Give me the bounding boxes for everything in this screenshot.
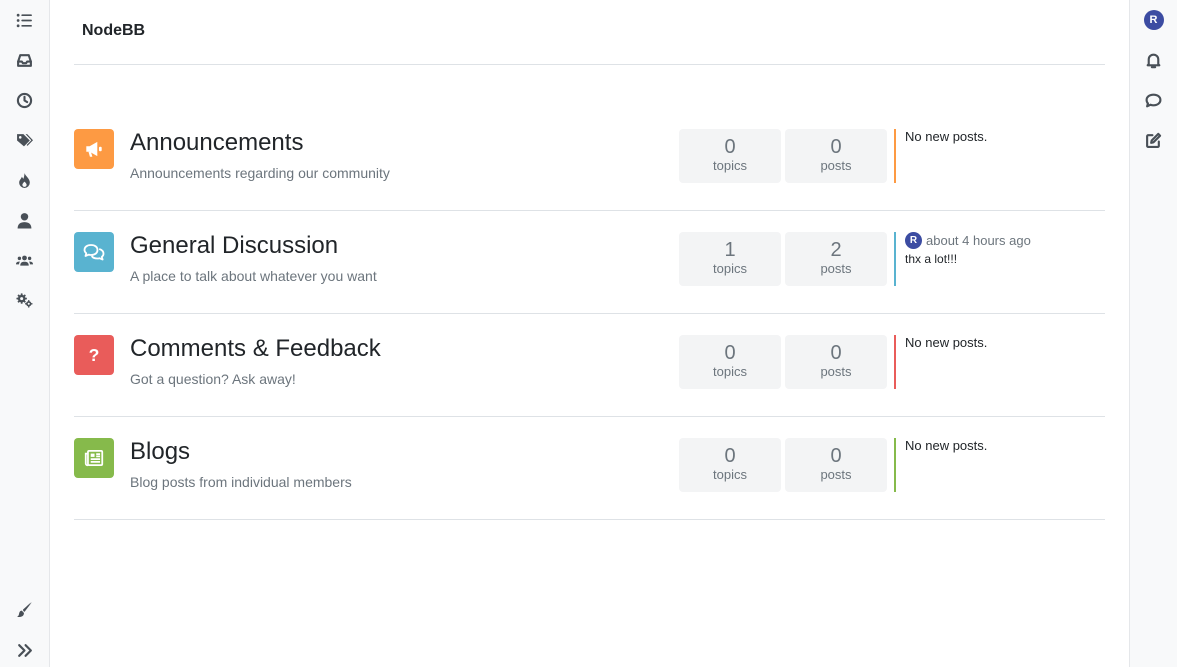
nav-tags[interactable] bbox=[11, 126, 39, 154]
category-teaser: No new posts. bbox=[894, 129, 1094, 183]
category-title[interactable]: Announcements bbox=[130, 129, 303, 157]
teaser-meta: R about 4 hours ago bbox=[905, 232, 1094, 249]
posts-count: 2 posts bbox=[785, 232, 887, 286]
brush-icon bbox=[17, 601, 32, 617]
nav-unread[interactable] bbox=[11, 46, 39, 74]
posts-count-value: 0 bbox=[830, 445, 842, 467]
brand-title[interactable]: NodeBB bbox=[82, 22, 145, 40]
category-icon[interactable] bbox=[74, 232, 114, 272]
category-item: Announcements Announcements regarding ou… bbox=[74, 108, 1105, 211]
posts-count-value: 0 bbox=[830, 136, 842, 158]
category-title[interactable]: General Discussion bbox=[130, 232, 338, 260]
nav-recent[interactable] bbox=[11, 86, 39, 114]
category-description: Blog posts from individual members bbox=[130, 474, 352, 490]
chevrons-right-icon bbox=[18, 643, 32, 657]
category-icon[interactable]: ? bbox=[74, 335, 114, 375]
chat-icon bbox=[1145, 93, 1162, 107]
topics-count: 0 topics bbox=[679, 438, 781, 492]
clock-icon bbox=[16, 92, 33, 108]
category-description: A place to talk about whatever you want bbox=[130, 268, 377, 284]
category-item: Blogs Blog posts from individual members… bbox=[74, 417, 1105, 520]
users-icon bbox=[16, 255, 33, 266]
nav-groups[interactable] bbox=[11, 246, 39, 274]
nav-users[interactable] bbox=[11, 206, 39, 234]
topics-count-label: topics bbox=[713, 467, 747, 482]
category-description: Announcements regarding our community bbox=[130, 165, 390, 181]
topics-count-label: topics bbox=[713, 261, 747, 276]
topics-count: 0 topics bbox=[679, 129, 781, 183]
fire-icon bbox=[19, 172, 30, 188]
category-item: General Discussion A place to talk about… bbox=[74, 211, 1105, 314]
avatar: R bbox=[1143, 10, 1164, 30]
category-item: ? Comments & Feedback Got a question? As… bbox=[74, 314, 1105, 417]
tags-icon bbox=[17, 133, 33, 146]
no-posts-text: No new posts. bbox=[905, 335, 988, 350]
posts-count-label: posts bbox=[820, 467, 852, 482]
no-posts-text: No new posts. bbox=[905, 438, 988, 453]
header-divider bbox=[74, 64, 1105, 65]
right-sidebar: R bbox=[1129, 0, 1177, 667]
category-title[interactable]: Blogs bbox=[130, 438, 190, 466]
posts-count-label: posts bbox=[820, 261, 852, 276]
question-icon: ? bbox=[89, 345, 100, 365]
gears-icon bbox=[16, 292, 33, 308]
nav-popular[interactable] bbox=[11, 166, 39, 194]
category-icon[interactable] bbox=[74, 129, 114, 169]
list-icon bbox=[16, 13, 32, 27]
posts-count-label: posts bbox=[820, 364, 852, 379]
topics-count-value: 0 bbox=[724, 342, 736, 364]
inbox-icon bbox=[17, 53, 32, 67]
category-title[interactable]: Comments & Feedback bbox=[130, 335, 381, 363]
user-menu-button[interactable]: R bbox=[1140, 6, 1168, 34]
compose-icon bbox=[1146, 132, 1162, 148]
nav-categories[interactable] bbox=[11, 6, 39, 34]
bullhorn-icon bbox=[86, 141, 102, 157]
bell-icon bbox=[1146, 53, 1161, 68]
nav-skins[interactable] bbox=[11, 595, 39, 623]
left-sidebar bbox=[0, 0, 50, 667]
new-topic-button[interactable] bbox=[1140, 126, 1168, 154]
topics-count-label: topics bbox=[713, 158, 747, 173]
category-description: Got a question? Ask away! bbox=[130, 371, 296, 387]
posts-count: 0 posts bbox=[785, 335, 887, 389]
nav-admin[interactable] bbox=[11, 286, 39, 314]
notifications-button[interactable] bbox=[1140, 46, 1168, 74]
posts-count-label: posts bbox=[820, 158, 852, 173]
posts-count-value: 2 bbox=[830, 239, 842, 261]
newspaper-icon bbox=[84, 449, 104, 467]
teaser-content[interactable]: thx a lot!!! bbox=[905, 252, 1094, 266]
category-teaser: No new posts. bbox=[894, 335, 1094, 389]
topics-count-label: topics bbox=[713, 364, 747, 379]
category-teaser: No new posts. bbox=[894, 438, 1094, 492]
topics-count: 1 topics bbox=[679, 232, 781, 286]
posts-count: 0 posts bbox=[785, 438, 887, 492]
nav-expand[interactable] bbox=[11, 636, 39, 664]
topics-count-value: 0 bbox=[724, 445, 736, 467]
category-teaser: R about 4 hours ago thx a lot!!! bbox=[894, 232, 1094, 286]
topics-count-value: 0 bbox=[724, 136, 736, 158]
posts-count-value: 0 bbox=[830, 342, 842, 364]
no-posts-text: No new posts. bbox=[905, 129, 988, 144]
chats-button[interactable] bbox=[1140, 86, 1168, 114]
teaser-timestamp[interactable]: about 4 hours ago bbox=[926, 233, 1031, 248]
comments-icon bbox=[83, 244, 105, 261]
svg-text:?: ? bbox=[89, 345, 100, 365]
user-icon bbox=[17, 212, 32, 228]
posts-count: 0 posts bbox=[785, 129, 887, 183]
teaser-avatar[interactable]: R bbox=[905, 232, 922, 249]
topics-count: 0 topics bbox=[679, 335, 781, 389]
topics-count-value: 1 bbox=[724, 239, 736, 261]
category-icon[interactable] bbox=[74, 438, 114, 478]
